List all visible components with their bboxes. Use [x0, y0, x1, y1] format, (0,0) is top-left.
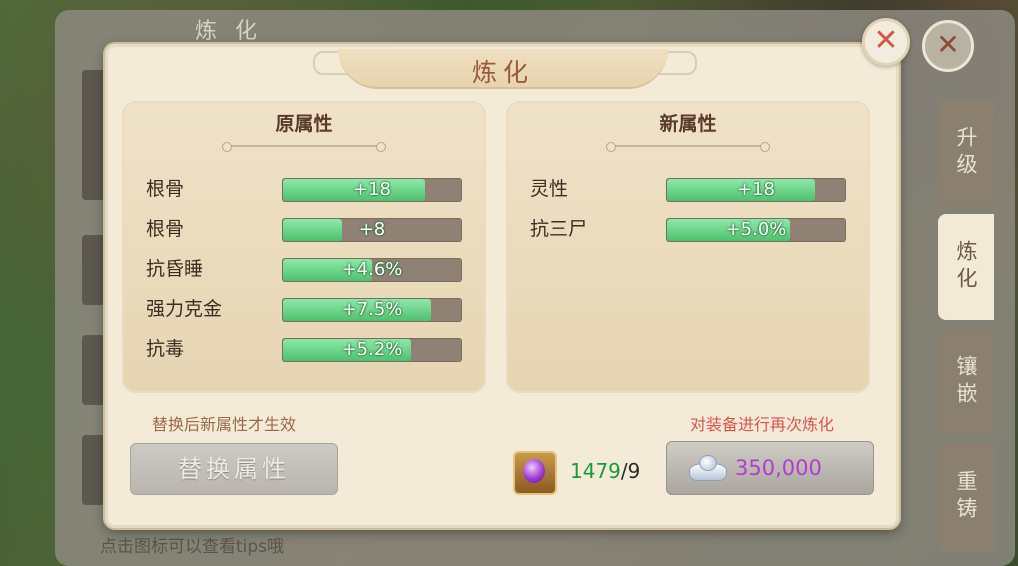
original-attribute-row: 抗昏睡 +4.6%: [146, 257, 466, 282]
refine-again-button[interactable]: 350,000: [666, 441, 874, 495]
replace-hint: 替换后新属性才生效: [152, 415, 297, 434]
tab-refine[interactable]: 炼化: [938, 214, 994, 320]
gem-required: 9: [627, 459, 641, 483]
tips-hint: 点击图标可以查看tips哦: [100, 537, 285, 557]
attribute-value: +18: [353, 179, 391, 200]
refine-cost: 350,000: [735, 456, 822, 480]
background-close-icon: ✕: [922, 20, 974, 72]
attribute-label: 根骨: [146, 178, 185, 200]
tab-inlay[interactable]: 镶嵌: [938, 330, 994, 434]
dialog-title: 炼化: [471, 58, 534, 87]
attribute-label: 抗三尸: [530, 218, 588, 240]
attribute-bar: +18: [666, 178, 846, 202]
attribute-label: 抗毒: [146, 338, 185, 360]
original-attributes-panel: 原属性 根骨 +18 根骨 +8 抗昏睡 +4.6% 强力克金 +7.5% 抗毒 +5.2%: [122, 101, 486, 393]
decorative-divider: [222, 142, 386, 152]
attribute-value: +5.2%: [341, 339, 403, 360]
new-attribute-row: 灵性 +18: [530, 177, 850, 202]
gem-owned: 1479: [570, 459, 621, 483]
attribute-bar: +5.2%: [282, 338, 462, 362]
attribute-value: +8: [358, 219, 386, 240]
purple-gem-icon[interactable]: [513, 451, 557, 495]
attribute-bar: +7.5%: [282, 298, 462, 322]
original-attributes-title: 原属性: [275, 113, 333, 135]
attribute-bar: +5.0%: [666, 218, 846, 242]
new-attributes-title: 新属性: [659, 113, 717, 135]
gem-separator: /: [620, 459, 628, 483]
attribute-label: 灵性: [530, 178, 569, 200]
original-attribute-row: 强力克金 +7.5%: [146, 297, 466, 322]
tab-upgrade[interactable]: 升级: [938, 100, 994, 206]
refine-hint: 对装备进行再次炼化: [690, 415, 835, 434]
attribute-value: +4.6%: [341, 259, 403, 280]
attribute-label: 抗昏睡: [146, 258, 204, 280]
original-attribute-row: 根骨 +8: [146, 217, 466, 242]
attribute-value: +7.5%: [341, 299, 403, 320]
attribute-value: +5.0%: [725, 219, 787, 240]
decorative-divider: [606, 142, 770, 152]
title-banner: 炼化: [338, 49, 668, 89]
new-attribute-row: 抗三尸 +5.0%: [530, 217, 850, 242]
close-icon[interactable]: ✕: [862, 18, 910, 66]
attribute-value: +18: [737, 179, 775, 200]
new-attributes-panel: 新属性 灵性 +18 抗三尸 +5.0%: [506, 101, 870, 393]
original-attribute-row: 抗毒 +5.2%: [146, 337, 466, 362]
refine-dialog: 炼化 原属性 根骨 +18 根骨 +8 抗昏睡 +4.6% 强力克金 +7.5% 抗毒 +5.2%…: [105, 44, 899, 528]
attribute-label: 根骨: [146, 218, 185, 240]
replace-attributes-button[interactable]: 替换属性: [130, 443, 338, 495]
tab-recast[interactable]: 重铸: [938, 442, 994, 552]
original-attribute-row: 根骨 +18: [146, 177, 466, 202]
silver-ingot-icon: [689, 455, 727, 481]
attribute-label: 强力克金: [146, 298, 223, 320]
attribute-bar: +8: [282, 218, 462, 242]
gem-count: 1479/9: [570, 459, 640, 483]
attribute-bar: +4.6%: [282, 258, 462, 282]
attribute-bar: +18: [282, 178, 462, 202]
